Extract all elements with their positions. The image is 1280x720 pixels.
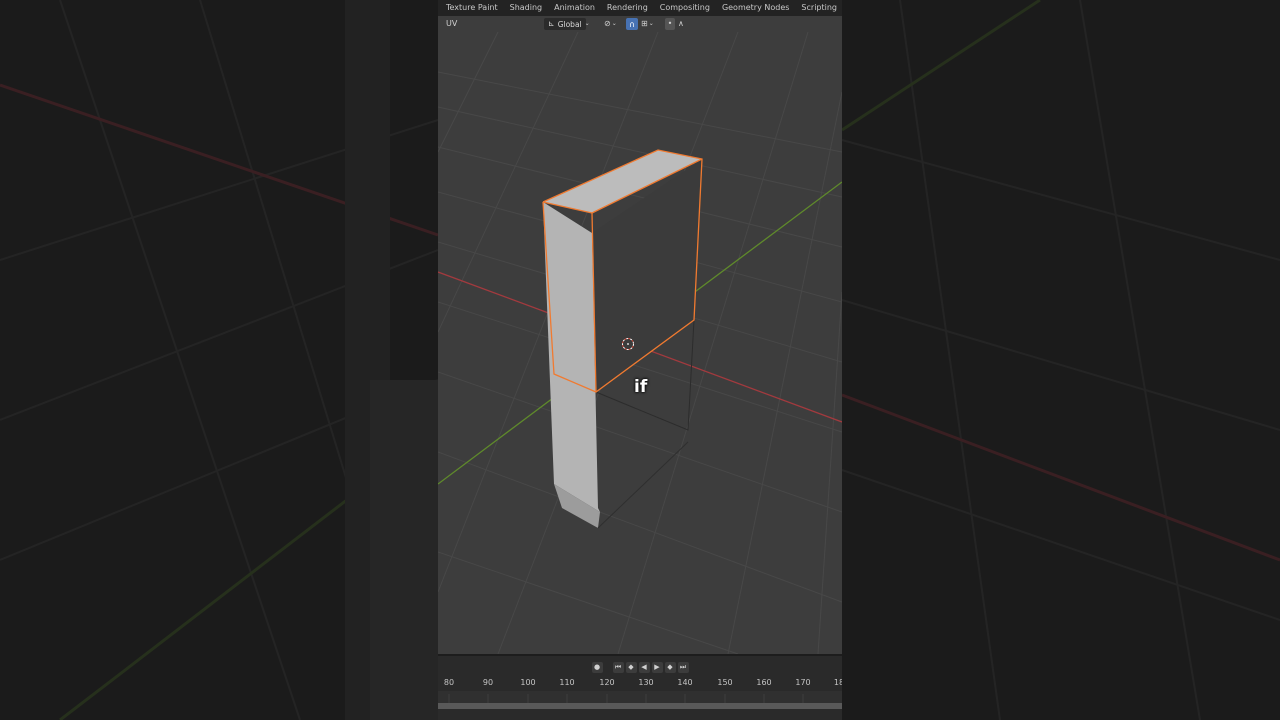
snap-target-dropdown[interactable]: ⊞ ⌄ [641,18,654,30]
play-reverse-button[interactable]: ◀ [638,661,650,673]
snap-increment-icon: ⊞ [641,19,648,28]
timeline-track[interactable] [438,691,842,706]
prev-keyframe-button[interactable]: ◆ [625,661,637,673]
workspace-tabs-bar: Texture Paint Shading Animation Renderin… [438,0,842,16]
proportional-edit-icon: • [665,18,675,30]
frame-label: 160 [756,678,772,687]
next-keyframe-button[interactable]: ◆ [664,661,676,673]
jump-start-button[interactable]: ⏮ [612,661,624,673]
play-button[interactable]: ▶ [651,661,663,673]
tab-texture-paint[interactable]: Texture Paint [440,0,504,16]
snap-toggle[interactable]: ∩ [626,18,638,30]
playback-controls: ● ⏮ ◆ ◀ ▶ ◆ ⏭ [438,660,842,674]
tab-rendering[interactable]: Rendering [601,0,654,16]
chevron-down-icon: ⌄ [648,20,654,27]
frame-label: 80 [443,678,455,687]
orientation-label: Global [557,19,582,29]
subtitle-caption: if [634,377,648,397]
blender-window: Texture Paint Shading Animation Renderin… [438,0,842,720]
tab-shading[interactable]: Shading [504,0,549,16]
frame-label: 130 [638,678,654,687]
tab-animation[interactable]: Animation [548,0,601,16]
frame-label: 120 [599,678,615,687]
chevron-down-icon: ⌄ [611,20,617,27]
frame-label: 170 [795,678,811,687]
frame-label: 150 [717,678,733,687]
viewport-canvas [438,32,842,654]
record-button[interactable]: ● [591,661,603,673]
frame-label: 110 [559,678,575,687]
uv-menu[interactable]: UV [446,19,457,28]
pivot-point-icon: ⊘ [604,19,611,28]
frame-ruler[interactable]: 80 90 100 110 120 130 140 150 160 170 18 [438,677,842,691]
transform-orientation-dropdown[interactable]: ⊾ Global ⌄ [544,18,590,30]
tab-geometry-nodes[interactable]: Geometry Nodes [716,0,795,16]
transform-orientation-icon: ⊾ [548,19,555,28]
tab-scripting[interactable]: Scripting [795,0,842,16]
snap-magnet-icon: ∩ [626,18,638,30]
falloff-icon: ∧ [678,19,684,28]
timeline-editor: ● ⏮ ◆ ◀ ▶ ◆ ⏭ 80 90 100 110 120 130 140 … [438,654,842,720]
chevron-down-icon: ⌄ [584,20,590,27]
viewport-header: UV ⊾ Global ⌄ ⊘ ⌄ ∩ ⊞ ⌄ • ∧ [438,16,842,32]
pivot-point-dropdown[interactable]: ⊘ ⌄ [604,18,617,30]
frame-label: 90 [482,678,494,687]
frame-label: 100 [520,678,536,687]
timeline-scrollbar[interactable] [438,703,842,709]
proportional-edit-toggle[interactable]: • ∧ [665,18,684,30]
tab-compositing[interactable]: Compositing [654,0,716,16]
frame-label: 18 [833,678,842,687]
frame-label: 140 [677,678,693,687]
3d-viewport[interactable]: if [438,32,842,654]
jump-end-button[interactable]: ⏭ [677,661,689,673]
